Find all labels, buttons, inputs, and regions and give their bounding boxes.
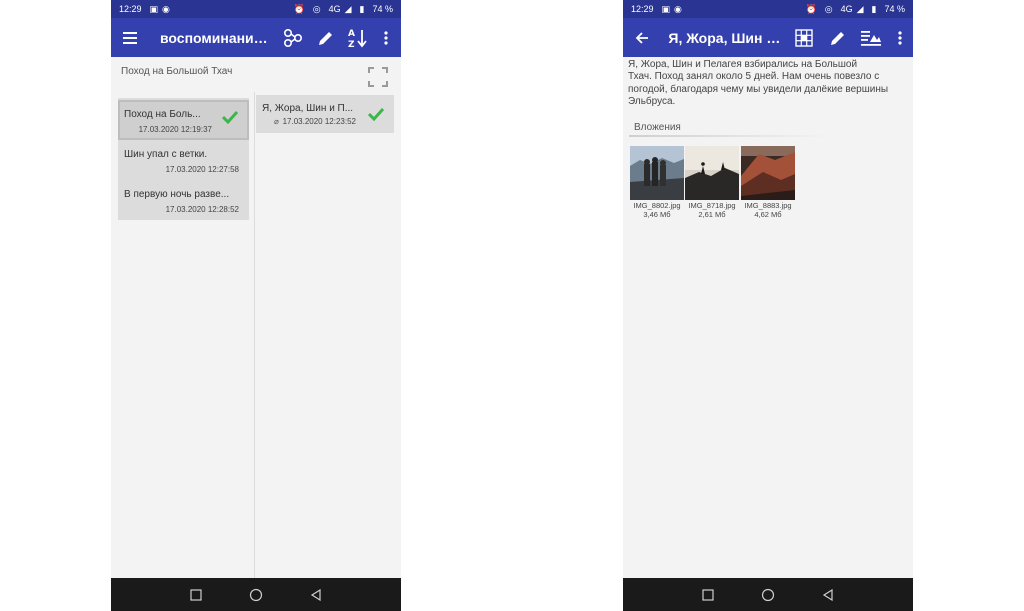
attachments-header: Вложения xyxy=(634,122,681,133)
battery-level: 74 % xyxy=(372,4,393,14)
breadcrumb: Поход на Большой Тхач xyxy=(121,66,233,77)
note-title: В первую ночь разве... xyxy=(124,189,230,200)
photo-group-image xyxy=(630,146,684,200)
arrow-left-icon xyxy=(635,31,648,44)
home-icon[interactable] xyxy=(249,588,263,602)
image-notification-icon: ▣ xyxy=(661,4,671,14)
signal-icon: ◢ xyxy=(344,4,352,14)
list-item[interactable]: В первую ночь разве... 17.03.2020 12:28:… xyxy=(118,180,249,220)
photo-mountain-image xyxy=(741,146,795,200)
overflow-menu-button[interactable] xyxy=(888,25,913,51)
more-vertical-icon xyxy=(898,30,902,45)
attachment-icon: ⌀ xyxy=(274,117,279,126)
attachments-divider xyxy=(629,135,829,137)
sort-button[interactable]: A Z xyxy=(345,25,371,51)
back-icon[interactable] xyxy=(822,588,834,601)
more-vertical-icon xyxy=(384,30,388,45)
app-title: воспоминания... xyxy=(160,29,272,46)
app-notification-icon: ◉ xyxy=(162,4,170,14)
note-title: Я, Жора, Шин и П... xyxy=(262,103,354,114)
image-notification-icon: ▣ xyxy=(149,4,159,14)
alarm-icon: ⏰ xyxy=(805,4,817,14)
note-date: 17.03.2020 12:27:58 xyxy=(165,165,239,174)
photo-silhouette-image xyxy=(685,146,739,200)
attachment-size: 3,46 Мб xyxy=(643,210,671,219)
note-title: Шин упал с ветки. xyxy=(124,149,208,160)
status-time: 12:29 xyxy=(631,4,654,14)
status-bar: 12:29 ▣ ◉ ⏰ ◎ 4G ◢ ▮ 74 % xyxy=(623,0,913,18)
note-body-line: Тхач. Поход занял около 5 дней. Нам очен… xyxy=(628,71,880,83)
note-body-line: Я, Жора, Шин и Пелагея взбирались на Бол… xyxy=(628,59,858,70)
app-bar: воспоминания... A Z xyxy=(111,18,401,57)
hotspot-icon: ◎ xyxy=(312,4,321,14)
hamburger-icon xyxy=(123,31,137,44)
svg-text:Z: Z xyxy=(348,40,355,49)
menu-button[interactable] xyxy=(117,25,143,51)
attachment-name: IMG_8802.jpg xyxy=(633,201,681,210)
note-body[interactable]: Я, Жора, Шин и Пелагея взбирались на Бол… xyxy=(628,59,910,109)
sort-az-icon: A Z xyxy=(348,29,367,49)
list-item[interactable]: Я, Жора, Шин и П... ⌀ 17.03.2020 12:23:5… xyxy=(256,95,394,133)
notes-list: Поход на Боль... 17.03.2020 12:19:37 Шин… xyxy=(118,98,249,220)
column-divider xyxy=(254,92,255,578)
attachment-thumbnail[interactable] xyxy=(630,146,684,200)
note-date: 17.03.2020 12:19:37 xyxy=(138,125,212,134)
app-title: Я, Жора, Шин и... xyxy=(668,29,784,46)
fullscreen-button[interactable] xyxy=(367,66,389,88)
text-image-icon xyxy=(860,30,881,46)
grid-icon xyxy=(795,28,813,47)
check-icon xyxy=(222,110,238,124)
hotspot-icon: ◎ xyxy=(824,4,833,14)
battery-icon: ▮ xyxy=(359,4,365,14)
attachment-thumbnail[interactable] xyxy=(741,146,795,200)
alarm-icon: ⏰ xyxy=(293,4,305,14)
pencil-icon xyxy=(319,31,332,45)
navigation-bar xyxy=(623,578,913,611)
network-type: 4G xyxy=(328,4,341,14)
back-button[interactable] xyxy=(629,25,654,51)
recent-apps-icon[interactable] xyxy=(190,588,202,601)
recent-apps-icon[interactable] xyxy=(702,588,714,601)
battery-icon: ▮ xyxy=(871,4,877,14)
note-body-line: погодой, благодаря чему мы увидели далёк… xyxy=(628,83,889,95)
note-date: 17.03.2020 12:23:52 xyxy=(282,117,356,126)
list-item[interactable]: Шин упал с ветки. 17.03.2020 12:27:58 xyxy=(118,140,249,180)
text-format-button[interactable] xyxy=(858,25,883,51)
attachment-size: 2,61 Мб xyxy=(698,210,726,219)
note-body-line: Эльбруса. xyxy=(628,96,676,108)
subnotes-list: Я, Жора, Шин и П... ⌀ 17.03.2020 12:23:5… xyxy=(256,95,394,133)
list-item[interactable]: Поход на Боль... 17.03.2020 12:19:37 xyxy=(118,100,249,140)
navigation-bar xyxy=(111,578,401,611)
note-date: 17.03.2020 12:28:52 xyxy=(165,205,239,214)
status-bar: 12:29 ▣ ◉ ⏰ ◎ 4G ◢ ▮ 74 % xyxy=(111,0,401,18)
svg-text:A: A xyxy=(348,29,355,39)
grid-view-button[interactable] xyxy=(792,25,817,51)
overflow-menu-button[interactable] xyxy=(373,25,399,51)
attachment-name: IMG_8883.jpg xyxy=(744,201,792,210)
back-icon[interactable] xyxy=(310,588,322,601)
fullscreen-icon xyxy=(368,67,388,87)
branch-button[interactable] xyxy=(280,25,306,51)
network-type: 4G xyxy=(840,4,853,14)
left-phone-screen: 12:29 ▣ ◉ ⏰ ◎ 4G ◢ ▮ 74 % воспоминания..… xyxy=(111,0,401,611)
home-icon[interactable] xyxy=(761,588,775,602)
edit-button[interactable] xyxy=(825,25,850,51)
check-icon xyxy=(368,107,384,121)
branch-icon xyxy=(283,28,303,47)
note-title: Поход на Боль... xyxy=(124,109,201,120)
app-bar: Я, Жора, Шин и... xyxy=(623,18,913,57)
app-notification-icon: ◉ xyxy=(674,4,682,14)
attachment-name: IMG_8718.jpg xyxy=(688,201,736,210)
attachment-size: 4,62 Мб xyxy=(754,210,782,219)
signal-icon: ◢ xyxy=(856,4,864,14)
edit-button[interactable] xyxy=(313,25,339,51)
attachment-thumbnail[interactable] xyxy=(685,146,739,200)
battery-level: 74 % xyxy=(884,4,905,14)
right-phone-screen: 12:29 ▣ ◉ ⏰ ◎ 4G ◢ ▮ 74 % Я, Жора, Шин и… xyxy=(623,0,913,611)
pencil-icon xyxy=(830,31,844,45)
status-time: 12:29 xyxy=(119,4,142,14)
